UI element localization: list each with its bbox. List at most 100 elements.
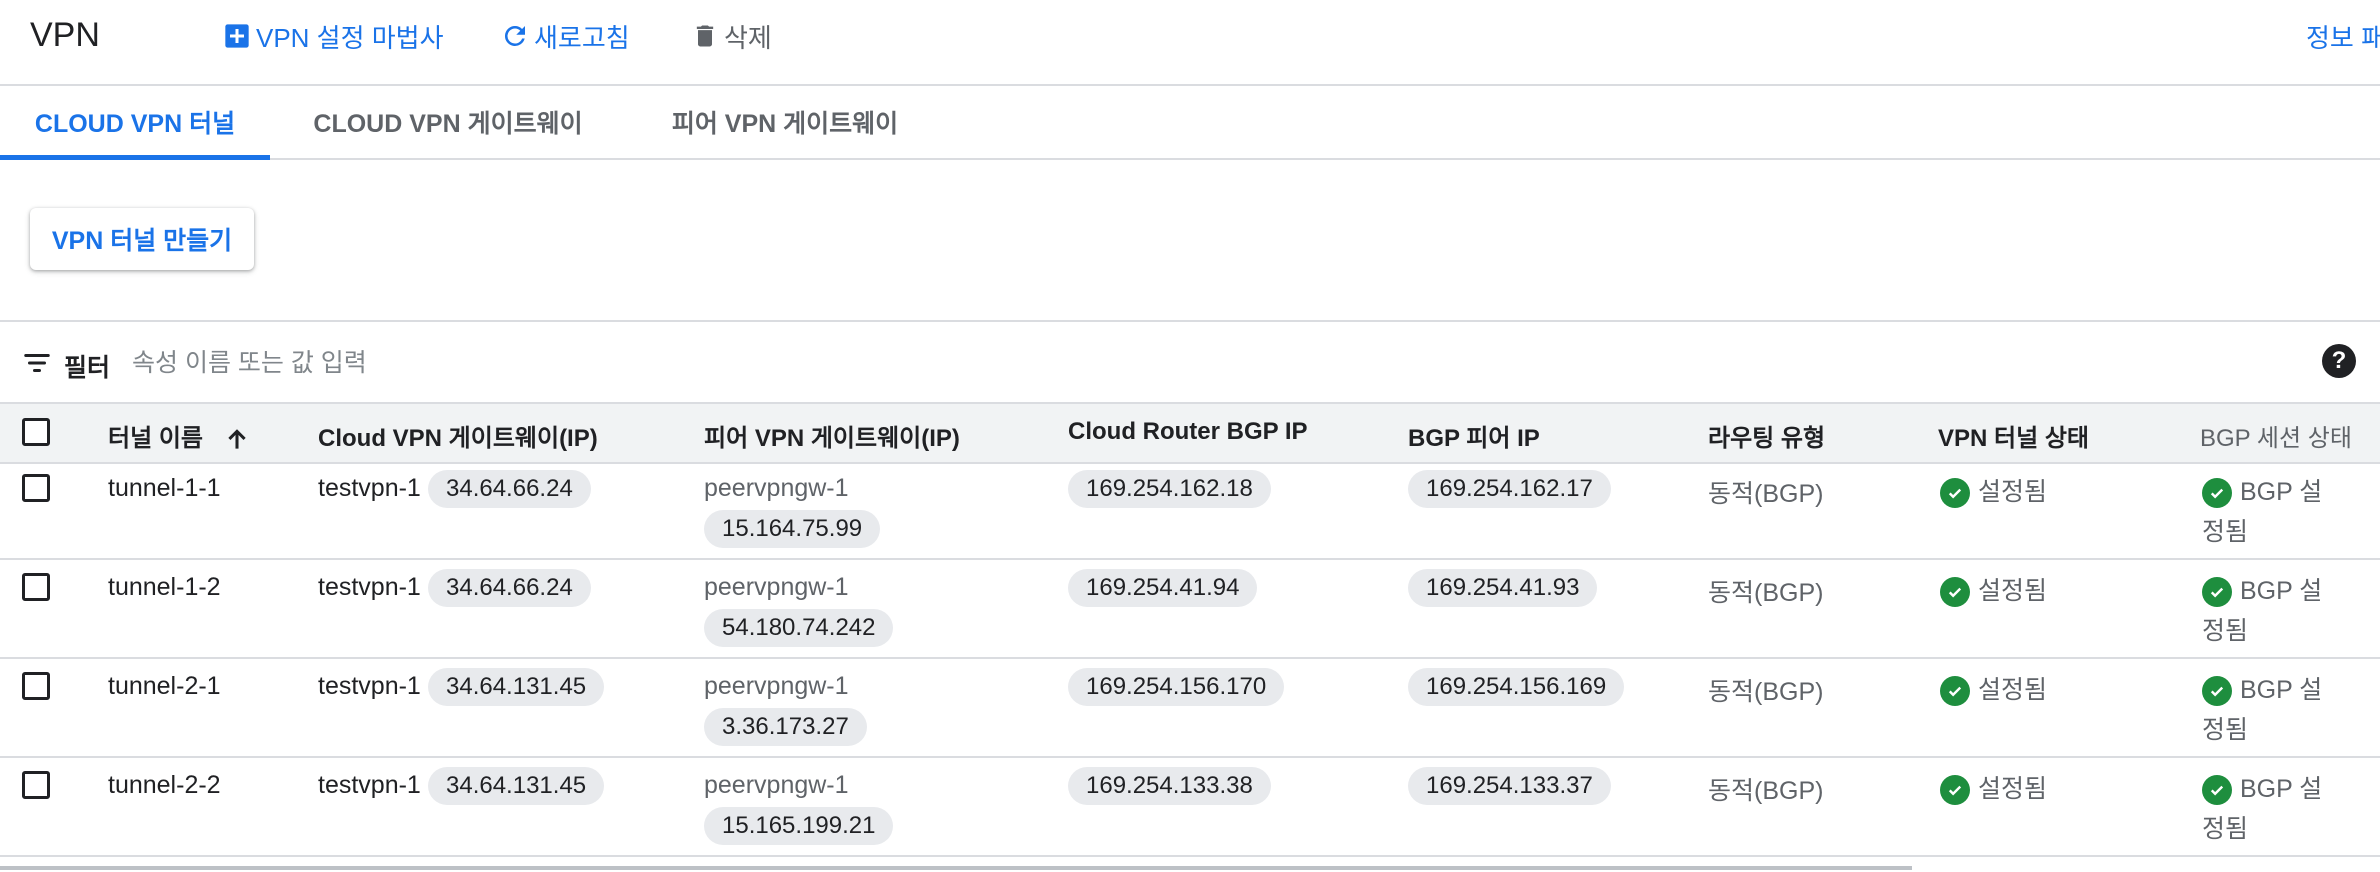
- peer-gateway-name[interactable]: peervpngw-1: [704, 474, 849, 503]
- router-bgp-ip-chip: 169.254.133.38: [1068, 767, 1271, 805]
- peer-gateway-name[interactable]: peervpngw-1: [704, 771, 849, 800]
- column-header-routing-type[interactable]: 라우팅 유형: [1708, 418, 1825, 453]
- bgp-peer-ip-chip: 169.254.133.37: [1408, 767, 1611, 805]
- tunnel-name[interactable]: tunnel-2-2: [108, 771, 221, 800]
- table-row: tunnel-1-2 testvpn-1 34.64.66.24 peervpn…: [0, 559, 2380, 659]
- bgp-session-status-line1: BGP 설: [2240, 478, 2323, 506]
- gateway-name[interactable]: testvpn-1: [318, 474, 421, 503]
- divider: [0, 320, 2380, 322]
- check-circle-icon: [2202, 676, 2232, 707]
- help-icon[interactable]: ?: [2322, 344, 2356, 378]
- bgp-peer-ip-chip: 169.254.41.93: [1408, 569, 1598, 607]
- router-bgp-ip-chip: 169.254.162.18: [1068, 470, 1271, 508]
- delete-label: 삭제: [724, 22, 772, 53]
- check-circle-icon: [2202, 775, 2232, 806]
- refresh-button[interactable]: 새로고침: [500, 18, 630, 54]
- tab-peer-vpn-gateways[interactable]: 피어 VPN 게이트웨이: [660, 86, 910, 158]
- row-checkbox[interactable]: [22, 474, 50, 502]
- filter-input[interactable]: [130, 342, 1134, 384]
- tunnel-status-label: 설정됨: [1978, 676, 2048, 704]
- column-header-tunnel-name[interactable]: 터널 이름: [108, 418, 250, 453]
- column-header-tunnel-status[interactable]: VPN 터널 상태: [1938, 418, 2089, 453]
- tunnel-status-label: 설정됨: [1978, 577, 2048, 605]
- column-header-label: 터널 이름: [108, 425, 203, 452]
- peer-gateway-ip-chip: 54.180.74.242: [704, 609, 894, 647]
- routing-type: 동적(BGP): [1708, 579, 1824, 607]
- add-box-icon: [222, 21, 252, 51]
- table-row: tunnel-2-1 testvpn-1 34.64.131.45 peervp…: [0, 658, 2380, 758]
- check-circle-icon: [1940, 577, 1970, 608]
- table-header: 터널 이름 Cloud VPN 게이트웨이(IP) 피어 VPN 게이트웨이(I…: [0, 402, 2380, 464]
- gateway-ip-chip: 34.64.66.24: [428, 569, 591, 607]
- peer-gateway-name[interactable]: peervpngw-1: [704, 672, 849, 701]
- check-circle-icon: [1940, 775, 1970, 806]
- peer-gateway-ip-chip: 15.164.75.99: [704, 510, 881, 548]
- bgp-session-status: BGP 설: [2202, 769, 2323, 806]
- horizontal-scrollbar[interactable]: [0, 866, 1912, 870]
- vpn-wizard-label: VPN 설정 마법사: [256, 22, 444, 53]
- column-header-router-bgp-ip[interactable]: Cloud Router BGP IP: [1068, 418, 1308, 446]
- row-checkbox[interactable]: [22, 573, 50, 601]
- gateway-name[interactable]: testvpn-1: [318, 771, 421, 800]
- trash-icon: [690, 21, 720, 51]
- arrow-up-icon: [228, 428, 246, 449]
- info-panel-label: 정보 패: [2306, 22, 2380, 53]
- tunnel-status: 설정됨: [1940, 571, 2048, 608]
- bgp-peer-ip-chip: 169.254.156.169: [1408, 668, 1625, 706]
- refresh-icon: [500, 21, 530, 51]
- bgp-session-status-line1: BGP 설: [2240, 775, 2323, 803]
- bgp-session-status: BGP 설: [2202, 472, 2323, 509]
- check-circle-icon: [1940, 676, 1970, 707]
- tunnel-status: 설정됨: [1940, 769, 2048, 806]
- peer-gateway-name[interactable]: peervpngw-1: [704, 573, 849, 602]
- tab-cloud-vpn-tunnels[interactable]: CLOUD VPN 터널: [0, 86, 270, 160]
- bgp-session-status-line2: 정됨: [2202, 518, 2249, 546]
- tab-cloud-vpn-gateways[interactable]: CLOUD VPN 게이트웨이: [300, 86, 596, 158]
- check-circle-icon: [2202, 577, 2232, 608]
- bgp-session-status: BGP 설: [2202, 670, 2323, 707]
- check-circle-icon: [2202, 478, 2232, 509]
- tunnel-name[interactable]: tunnel-1-2: [108, 573, 221, 602]
- gateway-ip-chip: 34.64.66.24: [428, 470, 591, 508]
- bgp-session-status-line2: 정됨: [2202, 617, 2249, 645]
- create-vpn-tunnel-button[interactable]: VPN 터널 만들기: [30, 208, 254, 270]
- filter-bar: 필터: [0, 324, 2380, 402]
- table-row: tunnel-1-1 testvpn-1 34.64.66.24 peervpn…: [0, 460, 2380, 560]
- column-header-bgp-peer-ip[interactable]: BGP 피어 IP: [1408, 418, 1540, 453]
- bgp-session-status-line1: BGP 설: [2240, 676, 2323, 704]
- bgp-session-status-line1: BGP 설: [2240, 577, 2323, 605]
- row-checkbox[interactable]: [22, 672, 50, 700]
- table-row: tunnel-2-2 testvpn-1 34.64.131.45 peervp…: [0, 757, 2380, 857]
- router-bgp-ip-chip: 169.254.156.170: [1068, 668, 1285, 706]
- tunnel-status-label: 설정됨: [1978, 775, 2048, 803]
- filter-label: 필터: [64, 354, 111, 382]
- delete-button[interactable]: 삭제: [690, 18, 772, 54]
- column-header-cloud-vpn-gateway[interactable]: Cloud VPN 게이트웨이(IP): [318, 418, 598, 453]
- routing-type: 동적(BGP): [1708, 480, 1824, 508]
- select-all-checkbox[interactable]: [22, 418, 50, 446]
- row-checkbox[interactable]: [22, 771, 50, 799]
- column-header-bgp-session-status[interactable]: BGP 세션 상태: [2200, 418, 2352, 453]
- tunnel-status: 설정됨: [1940, 472, 2048, 509]
- bgp-session-status-line2: 정됨: [2202, 716, 2249, 744]
- bgp-peer-ip-chip: 169.254.162.17: [1408, 470, 1611, 508]
- tunnel-name[interactable]: tunnel-2-1: [108, 672, 221, 701]
- tab-bar: CLOUD VPN 터널 CLOUD VPN 게이트웨이 피어 VPN 게이트웨…: [0, 86, 2380, 160]
- gateway-name[interactable]: testvpn-1: [318, 573, 421, 602]
- tunnel-name[interactable]: tunnel-1-1: [108, 474, 221, 503]
- bgp-session-status: BGP 설: [2202, 571, 2323, 608]
- info-panel-button[interactable]: 정보 패: [2306, 18, 2380, 54]
- check-circle-icon: [1940, 478, 1970, 509]
- gateway-name[interactable]: testvpn-1: [318, 672, 421, 701]
- column-header-peer-vpn-gateway[interactable]: 피어 VPN 게이트웨이(IP): [704, 418, 960, 453]
- filter-icon[interactable]: [22, 348, 52, 378]
- page-title: VPN: [30, 16, 100, 54]
- bgp-session-status-line2: 정됨: [2202, 815, 2249, 843]
- gateway-ip-chip: 34.64.131.45: [428, 668, 605, 706]
- tunnel-status-label: 설정됨: [1978, 478, 2048, 506]
- top-toolbar: VPN VPN 설정 마법사 새로고침 삭제 정보 패: [0, 0, 2380, 86]
- vpn-wizard-button[interactable]: VPN 설정 마법사: [222, 18, 444, 54]
- tunnel-status: 설정됨: [1940, 670, 2048, 707]
- peer-gateway-ip-chip: 15.165.199.21: [704, 807, 894, 845]
- peer-gateway-ip-chip: 3.36.173.27: [704, 708, 867, 746]
